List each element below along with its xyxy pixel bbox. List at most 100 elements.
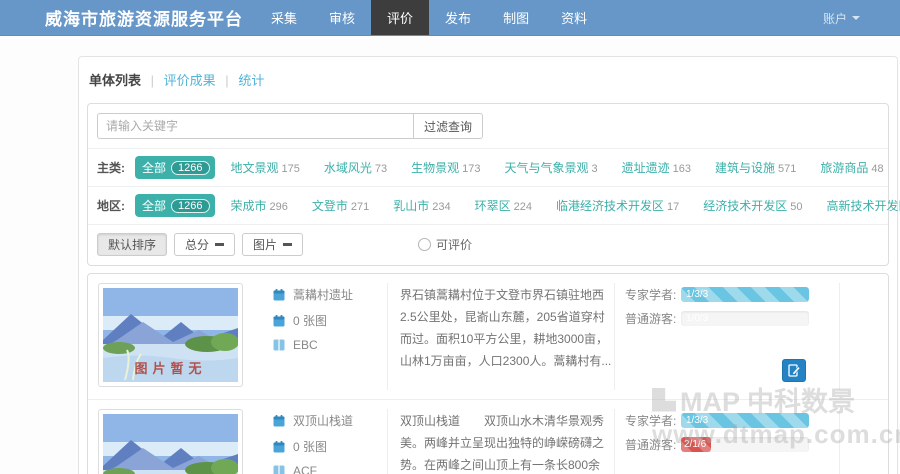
item-name-row: 蒿耩村遗址 — [273, 286, 385, 303]
sort-row: 默认排序 总分 图片 可评价 — [88, 224, 888, 265]
category-link-water[interactable]: 水域风光 73 — [324, 159, 387, 176]
item-photo-count-row: 0 张图 — [273, 438, 385, 455]
sort-dash-icon — [283, 243, 293, 246]
item-photo-count-row: 0 张图 — [273, 312, 385, 329]
tab-single-list[interactable]: 单体列表 — [89, 73, 141, 88]
column-divider — [839, 409, 840, 474]
placeholder-landscape-image — [103, 414, 238, 474]
calendar-icon — [273, 288, 285, 300]
item-photo-count: 0 张图 — [293, 440, 328, 454]
filter-panel: 过滤查询 主类: 全部 1266 地文景观175 水域风光73 生物景观173 … — [87, 103, 900, 266]
visitor-score-row: 普通游客: 1/0/3 — [625, 310, 837, 327]
result-list: 图片暂无 蒿耩村遗址 0 张图 EBC 界石镇蒿耩村位于文登市界石镇驻地西2.5… — [87, 273, 889, 474]
content-panel: 单体列表 | 评价成果 | 统计 过滤查询 主类: 全部 1266 地文景观17… — [78, 56, 900, 474]
app-title: 威海市旅游资源服务平台 — [45, 10, 243, 29]
category-filter-row: 主类: 全部 1266 地文景观 175 水域风光 73 生物景观 173 天气与气象… — [88, 148, 888, 186]
item-code-row: ACF — [273, 464, 385, 474]
item-details: 双顶山栈道 0 张图 ACF — [273, 409, 385, 474]
expert-progress-bar: 1/3/3 — [681, 287, 809, 302]
item-code: ACF — [293, 464, 317, 474]
column-divider — [614, 409, 615, 474]
region-link-edz[interactable]: 经济技术开发区 50 — [703, 197, 802, 214]
nav-item-review[interactable]: 审核 — [313, 0, 371, 35]
item-thumbnail[interactable]: 图片暂无 — [98, 283, 243, 387]
evaluable-radio-group: 可评价 — [418, 236, 472, 253]
category-link-commodities[interactable]: 旅游商品 48 — [820, 159, 883, 176]
expert-progress-value: 1/3/3 — [681, 287, 809, 302]
category-link-geological[interactable]: 地文景观 175 — [231, 159, 300, 176]
item-photo-count: 0 张图 — [293, 314, 328, 328]
region-all-badge[interactable]: 全部 1266 — [135, 194, 215, 217]
column-divider — [839, 283, 840, 390]
list-item: 图片暂无 双顶山栈道 — [88, 400, 888, 474]
region-all-label: 全部 — [142, 199, 167, 213]
region-link-hitech[interactable]: 高新技术开发区29 — [827, 197, 900, 214]
filter-query-button[interactable]: 过滤查询 — [413, 113, 484, 139]
item-code: EBC — [293, 338, 318, 352]
account-label: 账户 — [822, 11, 847, 26]
evaluable-radio-label: 可评价 — [436, 238, 473, 252]
nav-item-publish[interactable]: 发布 — [429, 0, 487, 35]
chevron-down-icon — [852, 16, 860, 20]
pencil-icon — [787, 364, 800, 377]
tab-evaluation-results[interactable]: 评价成果 — [164, 73, 216, 88]
sort-dash-icon — [215, 243, 225, 246]
region-link-rushan[interactable]: 乳山市 234 — [393, 197, 450, 214]
region-link-lingang[interactable]: 临港经济技术开发区 17 — [556, 197, 679, 214]
evaluable-radio[interactable] — [418, 238, 432, 251]
nav-item-collect[interactable]: 采集 — [255, 0, 313, 35]
expert-progress-value: 1/3/3 — [681, 413, 809, 428]
item-description: 界石镇蒿耩村位于文登市界石镇驻地西2.5公里处，昆嵛山东麓，205省道穿村而过。… — [400, 288, 612, 368]
calendar-icon — [273, 440, 285, 452]
search-bar: 过滤查询 — [88, 104, 888, 148]
item-name[interactable]: 蒿耩村遗址 — [293, 286, 353, 303]
category-link-weather[interactable]: 天气与气象景观 3 — [505, 159, 598, 176]
columns-icon — [273, 465, 285, 474]
category-link-biological[interactable]: 生物景观 173 — [411, 159, 480, 176]
region-link-huancui[interactable]: 环翠区 224 — [475, 197, 532, 214]
search-input[interactable] — [97, 113, 413, 139]
nav-item-evaluate[interactable]: 评价 — [371, 0, 430, 35]
sort-score-button[interactable]: 总分 — [174, 233, 236, 256]
sort-image-button[interactable]: 图片 — [242, 233, 304, 256]
visitor-progress-value: 2/1/6 — [681, 437, 711, 452]
column-divider — [387, 409, 388, 474]
category-all-badge[interactable]: 全部 1266 — [135, 156, 215, 179]
nav-item-materials[interactable]: 资料 — [545, 0, 603, 35]
region-link-wendeng[interactable]: 文登市 271 — [312, 197, 369, 214]
edit-item-button[interactable] — [782, 359, 806, 382]
visitor-progress-bar: 1/0/3 — [681, 311, 809, 326]
category-all-label: 全部 — [142, 161, 167, 175]
calendar-icon — [273, 314, 285, 326]
region-link-rongcheng[interactable]: 荣成市 296 — [231, 197, 288, 214]
expert-score-label: 专家学者: — [625, 414, 677, 428]
tab-statistics[interactable]: 统计 — [238, 73, 264, 88]
list-item: 图片暂无 蒿耩村遗址 0 张图 EBC 界石镇蒿耩村位于文登市界石镇驻地西2.5… — [88, 274, 888, 400]
expert-score-label: 专家学者: — [625, 288, 677, 302]
item-name-row: 双顶山栈道 — [273, 412, 385, 429]
nav-item-mapping[interactable]: 制图 — [487, 0, 545, 35]
region-filter-row: 地区: 全部 1266 荣成市 296 文登市 271 乳山市 234 环翠区 224 … — [88, 186, 900, 224]
item-details: 蒿耩村遗址 0 张图 EBC — [273, 283, 385, 390]
sort-default-button[interactable]: 默认排序 — [97, 233, 168, 256]
tab-separator: | — [225, 73, 229, 88]
column-divider — [614, 283, 615, 390]
category-link-architecture[interactable]: 建筑与设施 571 — [715, 159, 796, 176]
region-label: 地区: — [97, 199, 125, 213]
region-all-count: 1266 — [171, 198, 210, 213]
tab-separator: | — [150, 73, 155, 88]
item-name[interactable]: 双顶山栈道 — [293, 412, 353, 429]
item-thumbnail[interactable]: 图片暂无 — [98, 409, 243, 474]
visitor-score-label: 普通游客: — [625, 312, 677, 326]
item-scores: 专家学者: 1/3/3 普通游客: 2/1/6 — [625, 409, 837, 474]
category-link-ruins[interactable]: 遗址遗迹 163 — [622, 159, 691, 176]
tab-bar: 单体列表 | 评价成果 | 统计 — [79, 57, 897, 99]
account-dropdown[interactable]: 账户 — [823, 0, 860, 36]
visitor-progress-bar: 2/1/6 — [681, 437, 809, 452]
expert-progress-bar: 1/3/3 — [681, 413, 809, 428]
category-label: 主类: — [97, 161, 125, 175]
top-navbar: 威海市旅游资源服务平台 采集 审核 评价 发布 制图 资料 账户 — [0, 0, 900, 36]
item-code-row: EBC — [273, 338, 385, 352]
no-image-label: 图片暂无 — [134, 361, 207, 376]
category-all-count: 1266 — [171, 160, 210, 175]
